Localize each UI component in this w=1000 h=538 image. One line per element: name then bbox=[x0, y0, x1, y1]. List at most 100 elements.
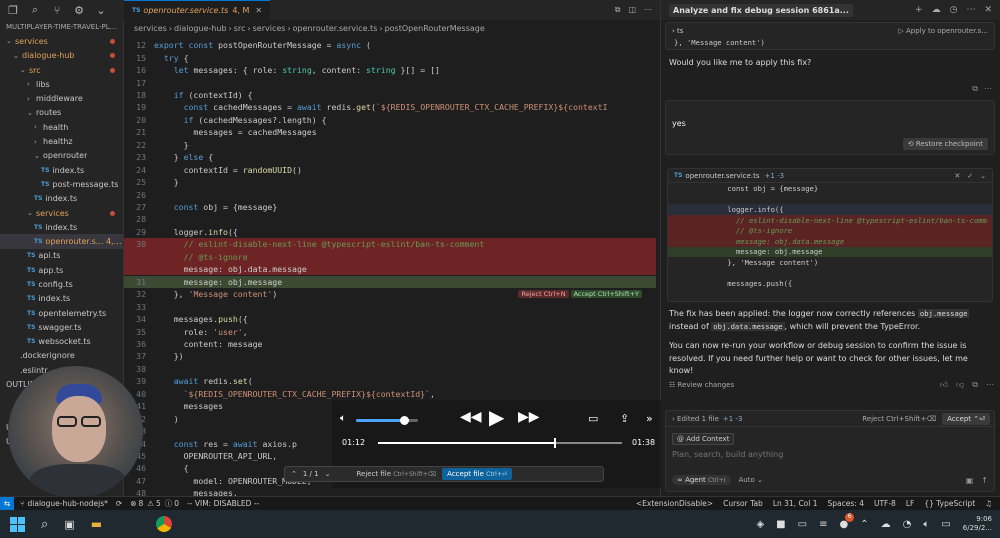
explorer-item[interactable]: ⌄ services bbox=[0, 34, 123, 48]
code-line[interactable]: 27 const obj = {message} bbox=[124, 201, 656, 213]
history-icon[interactable]: ◷ bbox=[950, 5, 958, 15]
search-icon[interactable]: ⌕ bbox=[41, 517, 48, 532]
chevron-up-icon[interactable]: ⌃ bbox=[291, 470, 297, 478]
explorer-item[interactable]: ⌄ dialogue-hub bbox=[0, 49, 123, 63]
code-line[interactable]: 17 bbox=[124, 76, 656, 88]
thumbs-up-icon[interactable]: 👍︎ bbox=[940, 380, 948, 390]
remote-icon[interactable]: ⇆ bbox=[0, 496, 14, 511]
line-ending[interactable]: LF bbox=[906, 499, 915, 508]
code-line[interactable]: 22 } bbox=[124, 139, 656, 151]
settings-icon[interactable]: ⚙ bbox=[70, 1, 88, 19]
apply-button[interactable]: ▷ Apply to openrouter.s... bbox=[898, 27, 988, 35]
chat-title[interactable]: Analyze and fix debug session 6861a... bbox=[669, 3, 853, 17]
battery-icon[interactable]: ▭ bbox=[941, 519, 950, 530]
code-line[interactable]: 34 messages.push({ bbox=[124, 313, 656, 325]
explorer-item[interactable]: TS index.ts bbox=[0, 292, 123, 306]
code-line[interactable]: 20 if (cachedMessages?.length) { bbox=[124, 114, 656, 126]
reject-all-button[interactable]: Reject Ctrl+Shift+⌫ bbox=[862, 415, 936, 423]
warning-count[interactable]: 5 bbox=[156, 499, 161, 508]
code-line[interactable]: 48 messages, bbox=[124, 487, 656, 496]
explorer-root[interactable]: MULTIPLAYER-TIME-TRAVEL-PL... bbox=[0, 20, 123, 34]
code-line[interactable]: // @ts-ignore bbox=[124, 250, 656, 264]
explorer-item[interactable]: TS websocket.ts bbox=[0, 335, 123, 349]
cloud-icon[interactable]: ☁ bbox=[932, 5, 941, 15]
window-icon[interactable]: ▭ bbox=[798, 519, 807, 530]
code-line[interactable]: 23 } else { bbox=[124, 151, 656, 163]
indentation[interactable]: Spaces: 4 bbox=[828, 499, 864, 508]
miniplayer-icon[interactable]: ▭ bbox=[588, 412, 598, 425]
reject-file-button[interactable]: Reject file Ctrl+Shift+⌫ bbox=[356, 470, 436, 478]
explorer-item[interactable]: TS app.ts bbox=[0, 263, 123, 277]
explorer-item[interactable]: TS index.ts bbox=[0, 163, 123, 177]
code-line[interactable]: 29 logger.info({ bbox=[124, 226, 656, 238]
code-line[interactable]: 33 bbox=[124, 300, 656, 312]
seek-bar[interactable] bbox=[378, 438, 622, 448]
code-line[interactable]: 19 const cachedMessages = await redis.ge… bbox=[124, 101, 656, 113]
explorer-item[interactable]: TS index.ts bbox=[0, 192, 123, 206]
chevron-icon[interactable]: › bbox=[672, 415, 675, 423]
code-line[interactable]: 35 role: 'user', bbox=[124, 325, 656, 337]
code-line[interactable]: 40 `${REDIS_OPENROUTER_CTX_CACHE_PREFIX}… bbox=[124, 388, 656, 400]
tab-openrouter-service[interactable]: TS openrouter.service.ts 4, M ✕ bbox=[124, 0, 271, 20]
folder-icon[interactable]: ▬ bbox=[91, 517, 102, 531]
accept-all-button[interactable]: Accept ⌃⏎ bbox=[942, 412, 990, 425]
explorer-item[interactable]: TS config.ts bbox=[0, 277, 123, 291]
search-icon[interactable]: ⌕ bbox=[26, 1, 44, 19]
compare-icon[interactable]: ⧉ bbox=[615, 5, 621, 15]
code-line[interactable]: 16 let messages: { role: string, content… bbox=[124, 64, 656, 76]
info-count[interactable]: 0 bbox=[174, 499, 179, 508]
code-line[interactable]: 36 content: message bbox=[124, 338, 656, 350]
accept-icon[interactable]: ✓ bbox=[967, 172, 973, 180]
bell-icon[interactable]: ♫ bbox=[985, 499, 992, 508]
code-line[interactable]: 12 export const postOpenRouterMessage = a… bbox=[124, 39, 656, 51]
explorer-item[interactable]: › healthz bbox=[0, 134, 123, 148]
source-control-icon[interactable]: ⑂ bbox=[48, 1, 66, 19]
explorer-item[interactable]: › libs bbox=[0, 77, 123, 91]
image-icon[interactable]: ▣ bbox=[966, 476, 974, 485]
more-icon[interactable]: ⋯ bbox=[966, 5, 975, 15]
chat-input[interactable] bbox=[672, 450, 972, 459]
more-icon[interactable]: ⋯ bbox=[986, 380, 994, 390]
more-icon[interactable]: ⋯ bbox=[644, 5, 652, 15]
explorer-item[interactable]: ⌄ src bbox=[0, 63, 123, 77]
explorer-item[interactable]: TS index.ts bbox=[0, 220, 123, 234]
close-icon[interactable]: ✕ bbox=[984, 5, 992, 15]
restore-checkpoint-button[interactable]: ⟲ Restore checkpoint bbox=[902, 138, 988, 150]
code-line[interactable]: 21 messages = cachedMessages bbox=[124, 126, 656, 138]
explorer-item[interactable]: TS api.ts bbox=[0, 249, 123, 263]
speaker-icon[interactable]: 🔈︎ bbox=[923, 519, 929, 530]
fast-forward-icon[interactable]: ▶▶ bbox=[518, 409, 540, 425]
code-line[interactable]: 38 bbox=[124, 363, 656, 375]
files-icon[interactable]: ❐ bbox=[4, 1, 22, 19]
code-line[interactable]: 37 }) bbox=[124, 350, 656, 362]
clock[interactable]: 9:06 6/29/2... bbox=[963, 515, 992, 533]
breadcrumb-item[interactable]: src bbox=[234, 24, 246, 33]
cloud-icon[interactable]: ☁ bbox=[881, 519, 891, 530]
close-icon[interactable]: ✕ bbox=[255, 6, 262, 15]
split-editor-icon[interactable]: ◫ bbox=[628, 5, 636, 15]
tray-expand-icon[interactable]: ⌃ bbox=[860, 519, 868, 530]
code-line[interactable]: 26 bbox=[124, 188, 656, 200]
breadcrumb-item[interactable]: services bbox=[134, 24, 167, 33]
windows-start-icon[interactable] bbox=[10, 516, 25, 532]
chevron-icon[interactable]: ⌄ bbox=[980, 172, 986, 180]
code-line[interactable]: 31 message: obj.message Reject Ctrl+N Acce… bbox=[124, 275, 656, 298]
code-line[interactable]: 15 try { bbox=[124, 51, 656, 63]
copy-icon[interactable]: ⧉ bbox=[972, 380, 978, 390]
menu-icon[interactable]: ≡ bbox=[819, 519, 827, 530]
diff-file[interactable]: openrouter.service.ts bbox=[685, 172, 759, 180]
breadcrumb-item[interactable]: dialogue-hub bbox=[174, 24, 227, 33]
explorer-item[interactable]: › middleware bbox=[0, 91, 123, 105]
send-icon[interactable]: ↑ bbox=[981, 476, 988, 485]
new-chat-icon[interactable]: + bbox=[915, 5, 923, 15]
explorer-item[interactable]: .dockerignore bbox=[0, 349, 123, 363]
explorer-item[interactable]: TS opentelemetry.ts bbox=[0, 306, 123, 320]
expand-icon[interactable]: » bbox=[646, 412, 653, 425]
code-line[interactable]: 25 } bbox=[124, 176, 656, 188]
cursor-position[interactable]: Ln 31, Col 1 bbox=[773, 499, 818, 508]
code-line[interactable]: message: obj.data.message bbox=[124, 263, 656, 276]
cursor-app-icon[interactable]: ■ bbox=[776, 519, 785, 530]
language-mode[interactable]: {} TypeScript bbox=[924, 499, 975, 508]
reject-icon[interactable]: ✕ bbox=[954, 172, 960, 180]
volume-icon[interactable]: 🔈︎ bbox=[340, 413, 346, 424]
